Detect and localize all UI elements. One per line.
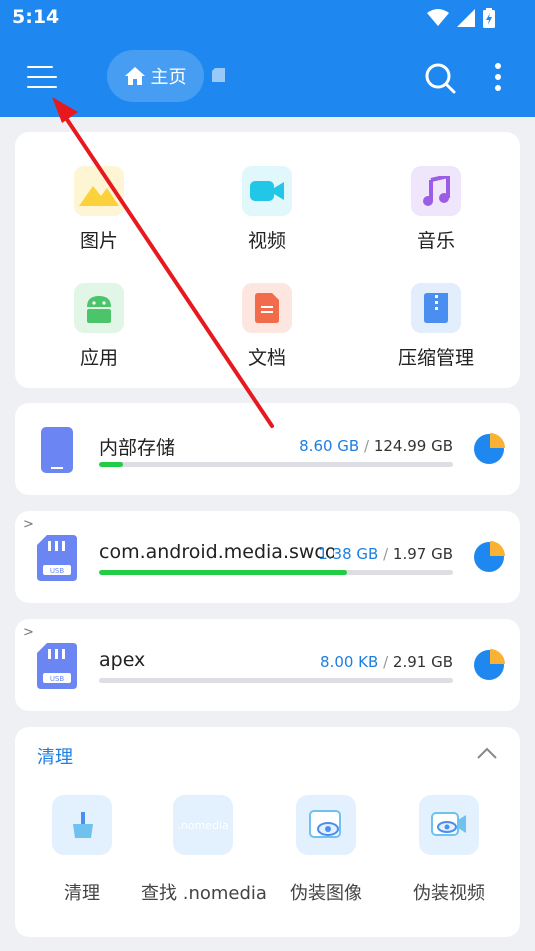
- menu-button[interactable]: [24, 62, 60, 92]
- category-music[interactable]: 音乐: [376, 166, 496, 253]
- signal-icon: [457, 9, 475, 27]
- nomedia-icon: .nomedia: [173, 795, 233, 855]
- storage-pie-icon[interactable]: [473, 649, 505, 681]
- phone-icon: [41, 427, 73, 473]
- app-header: 5:14 主页: [0, 0, 535, 117]
- storage-name: 内部存储: [99, 437, 176, 459]
- svg-text:USB: USB: [50, 675, 65, 683]
- category-label: 应用: [79, 347, 118, 369]
- chevron-right-icon[interactable]: >: [23, 625, 34, 640]
- menu-icon-line-3: [27, 86, 57, 88]
- category-documents[interactable]: 文档: [207, 283, 327, 370]
- category-apps[interactable]: 应用: [39, 283, 159, 370]
- category-images[interactable]: 图片: [39, 166, 159, 253]
- battery-icon: [483, 8, 495, 28]
- storage-progress: [99, 462, 453, 467]
- chevron-up-icon[interactable]: [476, 745, 498, 761]
- tool-label: 伪装图像: [290, 883, 362, 904]
- category-label: 视频: [247, 230, 286, 252]
- storage-total: 1.97 GB: [392, 545, 453, 563]
- more-options-icon[interactable]: [486, 60, 510, 96]
- home-chip-label: 主页: [150, 67, 187, 88]
- storage-pie-icon[interactable]: [473, 541, 505, 573]
- status-bar: 5:14: [0, 0, 535, 38]
- category-label: 图片: [79, 230, 118, 252]
- storage-progress: [99, 570, 453, 575]
- storage-apex[interactable]: > USB apex 8.00 KB / 2.91 GB: [15, 619, 520, 711]
- android-icon: [74, 283, 124, 333]
- archive-icon: [411, 283, 461, 333]
- chevron-right-icon[interactable]: >: [23, 517, 34, 532]
- document-icon: [242, 283, 292, 333]
- storage-progress-fill: [99, 462, 124, 467]
- storage-used: 8.60 GB: [299, 437, 360, 455]
- svg-text:USB: USB: [50, 567, 65, 575]
- menu-icon: [27, 66, 53, 68]
- hidden-video-icon: [419, 795, 479, 855]
- storage-sizes: 1.38 GB / 1.97 GB: [318, 545, 453, 563]
- tool-find-nomedia[interactable]: .nomedia 查找 .nomedia: [141, 795, 267, 905]
- home-icon: [124, 67, 145, 85]
- storage-total: 2.91 GB: [392, 653, 453, 671]
- status-time: 5:14: [12, 6, 60, 28]
- tool-clean[interactable]: 清理: [20, 795, 144, 905]
- storage-sizes: 8.60 GB / 124.99 GB: [299, 437, 453, 455]
- wifi-icon: [427, 9, 449, 26]
- category-label: 音乐: [416, 230, 455, 252]
- music-icon: [411, 166, 461, 216]
- tool-label: 清理: [64, 883, 100, 904]
- clean-card: 清理 清理 .nomedia 查找 .nomedia 伪装图像 伪装视频: [15, 727, 520, 937]
- hidden-image-icon: [296, 795, 356, 855]
- broom-icon: [52, 795, 112, 855]
- status-icons: [427, 8, 495, 28]
- storage-internal[interactable]: 内部存储 8.60 GB / 124.99 GB: [15, 403, 520, 495]
- usb-sd-icon: USB: [37, 643, 77, 689]
- tool-hidden-video[interactable]: 伪装视频: [387, 795, 511, 905]
- sd-card-icon[interactable]: [212, 68, 225, 82]
- storage-used: 1.38 GB: [318, 545, 379, 563]
- storage-progress: [99, 678, 453, 683]
- category-archives[interactable]: 压缩管理: [376, 283, 496, 370]
- storage-used: 8.00 KB: [320, 653, 379, 671]
- tool-hidden-image[interactable]: 伪装图像: [264, 795, 388, 905]
- tool-label: 伪装视频: [413, 883, 485, 904]
- storage-pie-icon[interactable]: [473, 433, 505, 465]
- menu-icon-line-2: [27, 76, 57, 78]
- usb-sd-icon: USB: [37, 535, 77, 581]
- storage-progress-fill: [99, 570, 347, 575]
- storage-total: 124.99 GB: [373, 437, 453, 455]
- home-tab-chip[interactable]: 主页: [107, 50, 204, 102]
- clean-section-title: 清理: [37, 747, 73, 768]
- app-bar: 主页: [0, 38, 535, 117]
- search-icon[interactable]: [422, 60, 458, 96]
- storage-usb-media[interactable]: > USB com.android.media.swco… 1.38 GB / …: [15, 511, 520, 603]
- category-label: 压缩管理: [397, 347, 474, 369]
- storage-name: apex: [99, 649, 146, 671]
- category-label: 文档: [247, 347, 286, 369]
- svg-text:.nomedia: .nomedia: [177, 819, 228, 832]
- video-icon: [242, 166, 292, 216]
- tool-label: 查找 .nomedia: [141, 883, 267, 904]
- storage-name: com.android.media.swco…: [99, 541, 334, 563]
- category-videos[interactable]: 视频: [207, 166, 327, 253]
- storage-sizes: 8.00 KB / 2.91 GB: [320, 653, 453, 671]
- image-icon: [74, 166, 124, 216]
- category-card: 图片 视频 音乐 应用 文档 压缩管理: [15, 132, 520, 388]
